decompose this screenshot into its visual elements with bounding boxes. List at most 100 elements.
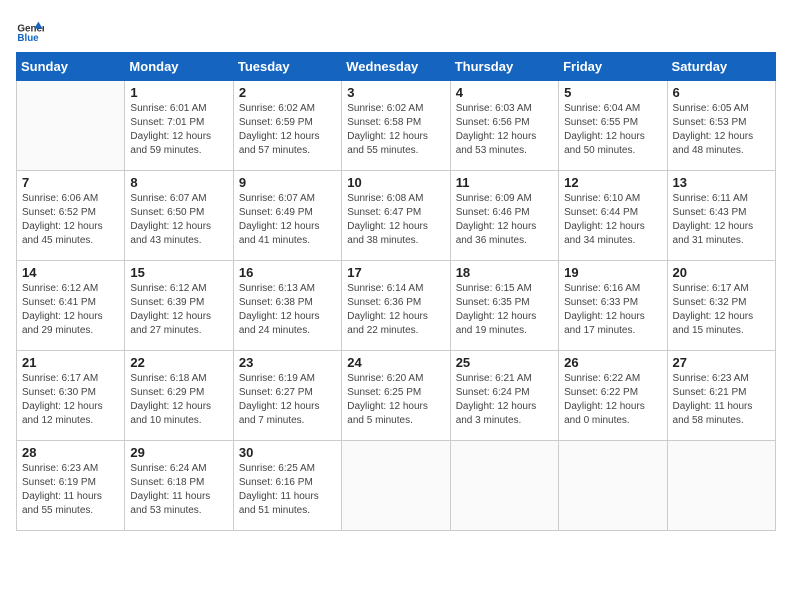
day-detail: Sunrise: 6:12 AM Sunset: 6:41 PM Dayligh… xyxy=(22,282,119,338)
weekday-header-monday: Monday xyxy=(125,53,233,81)
day-detail: Sunrise: 6:19 AM Sunset: 6:27 PM Dayligh… xyxy=(239,372,336,428)
day-number: 6 xyxy=(673,85,770,100)
calendar-cell: 15 Sunrise: 6:12 AM Sunset: 6:39 PM Dayli… xyxy=(125,261,233,351)
day-detail: Sunrise: 6:12 AM Sunset: 6:39 PM Dayligh… xyxy=(130,282,227,338)
weekday-header-thursday: Thursday xyxy=(450,53,558,81)
day-number: 10 xyxy=(347,175,444,190)
weekday-header-wednesday: Wednesday xyxy=(342,53,450,81)
day-detail: Sunrise: 6:06 AM Sunset: 6:52 PM Dayligh… xyxy=(22,192,119,248)
day-detail: Sunrise: 6:14 AM Sunset: 6:36 PM Dayligh… xyxy=(347,282,444,338)
weekday-header-friday: Friday xyxy=(559,53,667,81)
calendar-week-1: 1 Sunrise: 6:01 AM Sunset: 7:01 PM Daylig… xyxy=(17,81,776,171)
calendar-cell: 25Sunrise: 6:21 AM Sunset: 6:24 PM Dayli… xyxy=(450,351,558,441)
calendar-cell: 17 Sunrise: 6:14 AM Sunset: 6:36 PM Dayli… xyxy=(342,261,450,351)
calendar-cell: 11 Sunrise: 6:09 AM Sunset: 6:46 PM Dayli… xyxy=(450,171,558,261)
day-number: 23 xyxy=(239,355,336,370)
day-detail: Sunrise: 6:03 AM Sunset: 6:56 PM Dayligh… xyxy=(456,102,553,158)
calendar-cell: 3 Sunrise: 6:02 AM Sunset: 6:58 PM Daylig… xyxy=(342,81,450,171)
day-detail: Sunrise: 6:02 AM Sunset: 6:59 PM Dayligh… xyxy=(239,102,336,158)
calendar-cell xyxy=(17,81,125,171)
calendar-cell: 23 Sunrise: 6:19 AM Sunset: 6:27 PM Dayli… xyxy=(233,351,341,441)
weekday-header-saturday: Saturday xyxy=(667,53,775,81)
day-number: 18 xyxy=(456,265,553,280)
day-number: 5 xyxy=(564,85,661,100)
day-detail: Sunrise: 6:25 AM Sunset: 6:16 PM Dayligh… xyxy=(239,462,336,518)
calendar-cell: 6 Sunrise: 6:05 AM Sunset: 6:53 PM Daylig… xyxy=(667,81,775,171)
day-number: 9 xyxy=(239,175,336,190)
calendar-table: SundayMondayTuesdayWednesdayThursdayFrid… xyxy=(16,52,776,531)
svg-text:Blue: Blue xyxy=(17,33,39,44)
calendar-week-2: 7 Sunrise: 6:06 AM Sunset: 6:52 PM Daylig… xyxy=(17,171,776,261)
calendar-cell: 16 Sunrise: 6:13 AM Sunset: 6:38 PM Dayli… xyxy=(233,261,341,351)
day-number: 7 xyxy=(22,175,119,190)
day-number: 8 xyxy=(130,175,227,190)
day-detail: Sunrise: 6:24 AM Sunset: 6:18 PM Dayligh… xyxy=(130,462,227,518)
weekday-header-tuesday: Tuesday xyxy=(233,53,341,81)
day-number: 19 xyxy=(564,265,661,280)
day-number: 3 xyxy=(347,85,444,100)
day-number: 4 xyxy=(456,85,553,100)
calendar-cell: 7 Sunrise: 6:06 AM Sunset: 6:52 PM Daylig… xyxy=(17,171,125,261)
day-number: 12 xyxy=(564,175,661,190)
calendar-cell: 24 Sunrise: 6:20 AM Sunset: 6:25 PM Dayli… xyxy=(342,351,450,441)
day-number: 24 xyxy=(347,355,444,370)
calendar-cell: 22 Sunrise: 6:18 AM Sunset: 6:29 PM Dayli… xyxy=(125,351,233,441)
weekday-header-sunday: Sunday xyxy=(17,53,125,81)
calendar-week-3: 14 Sunrise: 6:12 AM Sunset: 6:41 PM Dayli… xyxy=(17,261,776,351)
day-number: 14 xyxy=(22,265,119,280)
calendar-cell: 14 Sunrise: 6:12 AM Sunset: 6:41 PM Dayli… xyxy=(17,261,125,351)
calendar-cell: 27 Sunrise: 6:23 AM Sunset: 6:21 PM Dayli… xyxy=(667,351,775,441)
calendar-cell: 13Sunrise: 6:11 AM Sunset: 6:43 PM Dayli… xyxy=(667,171,775,261)
day-number: 11 xyxy=(456,175,553,190)
calendar-cell: 12 Sunrise: 6:10 AM Sunset: 6:44 PM Dayli… xyxy=(559,171,667,261)
calendar-cell: 9Sunrise: 6:07 AM Sunset: 6:49 PM Daylig… xyxy=(233,171,341,261)
calendar-cell: 28 Sunrise: 6:23 AM Sunset: 6:19 PM Dayli… xyxy=(17,441,125,531)
calendar-cell xyxy=(450,441,558,531)
calendar-cell xyxy=(559,441,667,531)
day-number: 22 xyxy=(130,355,227,370)
day-detail: Sunrise: 6:05 AM Sunset: 6:53 PM Dayligh… xyxy=(673,102,770,158)
day-detail: Sunrise: 6:01 AM Sunset: 7:01 PM Dayligh… xyxy=(130,102,227,158)
day-number: 29 xyxy=(130,445,227,460)
day-detail: Sunrise: 6:23 AM Sunset: 6:21 PM Dayligh… xyxy=(673,372,770,428)
calendar-week-5: 28 Sunrise: 6:23 AM Sunset: 6:19 PM Dayli… xyxy=(17,441,776,531)
calendar-cell xyxy=(342,441,450,531)
day-detail: Sunrise: 6:23 AM Sunset: 6:19 PM Dayligh… xyxy=(22,462,119,518)
day-detail: Sunrise: 6:20 AM Sunset: 6:25 PM Dayligh… xyxy=(347,372,444,428)
calendar-cell: 26 Sunrise: 6:22 AM Sunset: 6:22 PM Dayli… xyxy=(559,351,667,441)
day-detail: Sunrise: 6:02 AM Sunset: 6:58 PM Dayligh… xyxy=(347,102,444,158)
day-detail: Sunrise: 6:22 AM Sunset: 6:22 PM Dayligh… xyxy=(564,372,661,428)
day-number: 26 xyxy=(564,355,661,370)
calendar-cell: 4 Sunrise: 6:03 AM Sunset: 6:56 PM Daylig… xyxy=(450,81,558,171)
day-detail: Sunrise: 6:04 AM Sunset: 6:55 PM Dayligh… xyxy=(564,102,661,158)
day-detail: Sunrise: 6:18 AM Sunset: 6:29 PM Dayligh… xyxy=(130,372,227,428)
calendar-cell: 5 Sunrise: 6:04 AM Sunset: 6:55 PM Daylig… xyxy=(559,81,667,171)
day-detail: Sunrise: 6:13 AM Sunset: 6:38 PM Dayligh… xyxy=(239,282,336,338)
day-number: 15 xyxy=(130,265,227,280)
day-number: 17 xyxy=(347,265,444,280)
day-detail: Sunrise: 6:08 AM Sunset: 6:47 PM Dayligh… xyxy=(347,192,444,248)
day-number: 27 xyxy=(673,355,770,370)
day-detail: Sunrise: 6:17 AM Sunset: 6:32 PM Dayligh… xyxy=(673,282,770,338)
day-detail: Sunrise: 6:17 AM Sunset: 6:30 PM Dayligh… xyxy=(22,372,119,428)
calendar-cell xyxy=(667,441,775,531)
calendar-cell: 29 Sunrise: 6:24 AM Sunset: 6:18 PM Dayli… xyxy=(125,441,233,531)
calendar-cell: 21Sunrise: 6:17 AM Sunset: 6:30 PM Dayli… xyxy=(17,351,125,441)
day-number: 25 xyxy=(456,355,553,370)
day-number: 1 xyxy=(130,85,227,100)
day-number: 30 xyxy=(239,445,336,460)
calendar-cell: 10 Sunrise: 6:08 AM Sunset: 6:47 PM Dayli… xyxy=(342,171,450,261)
calendar-cell: 20 Sunrise: 6:17 AM Sunset: 6:32 PM Dayli… xyxy=(667,261,775,351)
calendar-cell: 19Sunrise: 6:16 AM Sunset: 6:33 PM Dayli… xyxy=(559,261,667,351)
day-detail: Sunrise: 6:10 AM Sunset: 6:44 PM Dayligh… xyxy=(564,192,661,248)
logo: General Blue xyxy=(16,16,46,44)
day-number: 16 xyxy=(239,265,336,280)
day-number: 28 xyxy=(22,445,119,460)
calendar-cell: 8Sunrise: 6:07 AM Sunset: 6:50 PM Daylig… xyxy=(125,171,233,261)
day-detail: Sunrise: 6:15 AM Sunset: 6:35 PM Dayligh… xyxy=(456,282,553,338)
calendar-cell: 18 Sunrise: 6:15 AM Sunset: 6:35 PM Dayli… xyxy=(450,261,558,351)
day-number: 20 xyxy=(673,265,770,280)
calendar-week-4: 21Sunrise: 6:17 AM Sunset: 6:30 PM Dayli… xyxy=(17,351,776,441)
calendar-cell: 1 Sunrise: 6:01 AM Sunset: 7:01 PM Daylig… xyxy=(125,81,233,171)
day-detail: Sunrise: 6:09 AM Sunset: 6:46 PM Dayligh… xyxy=(456,192,553,248)
